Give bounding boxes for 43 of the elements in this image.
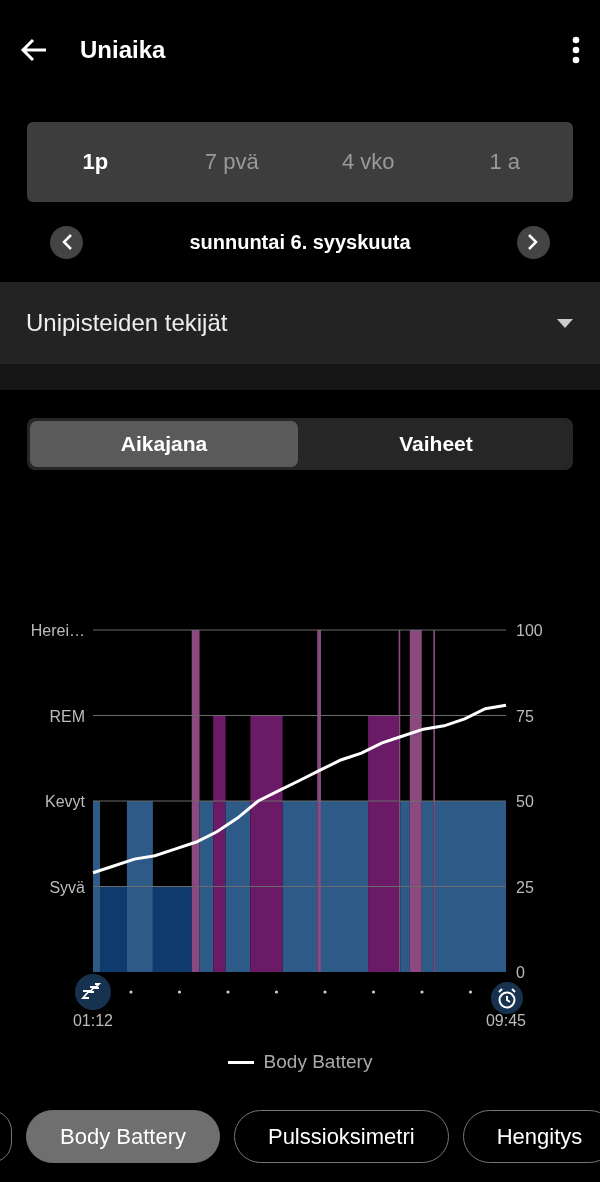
stage-label: Syvä (49, 878, 85, 896)
time-label: 09:45 (486, 1012, 526, 1029)
stage-label: REM (49, 707, 85, 725)
legend-line-icon (227, 1060, 254, 1064)
dropdown-caret-icon (556, 318, 574, 328)
page-title: Uniaika (80, 36, 167, 64)
alarm-icon (491, 982, 523, 1014)
back-button[interactable] (20, 38, 48, 62)
tick-dot (371, 990, 376, 994)
range-tab[interactable]: 4 vko (300, 122, 437, 202)
filter-chip[interactable]: Hengitys (462, 1110, 600, 1163)
sleep-icon (75, 974, 111, 1010)
stage-label: Kevyt (45, 793, 85, 810)
more-options-icon[interactable] (572, 36, 580, 64)
date-label: sunnuntai 6. syyskuuta (189, 230, 411, 254)
axis-label: 50 (516, 793, 534, 810)
axis-label: 100 (516, 622, 543, 639)
axis-label: 75 (516, 707, 534, 725)
filter-chip[interactable]: Body Battery (26, 1110, 220, 1163)
time-label: 01:12 (73, 1012, 113, 1029)
tick-dot (323, 990, 327, 994)
view-tab[interactable]: Aikajana (30, 421, 298, 467)
filter-chip[interactable]: Pulssioksimetri (233, 1110, 449, 1163)
chevron-left-icon (60, 233, 73, 251)
tick-dot (177, 990, 182, 994)
stage-label: Herei… (30, 622, 85, 639)
view-tab[interactable]: Vaiheet (302, 421, 570, 467)
range-tab[interactable]: 1p (27, 122, 164, 202)
tick-dot (468, 990, 473, 994)
section-title: Unipisteiden tekijät (26, 309, 228, 337)
previous-button[interactable] (50, 225, 83, 259)
collapsible-section[interactable]: Unipisteiden tekijät (0, 282, 600, 364)
tick-dot (420, 990, 424, 994)
tick-dot (129, 990, 133, 994)
tick-dot (226, 990, 230, 994)
legend-label: Body Battery (263, 1051, 373, 1073)
range-tab[interactable]: 1 a (436, 122, 573, 202)
chevron-right-icon (527, 233, 540, 251)
tick-dot (274, 990, 279, 994)
axis-label: 25 (516, 878, 534, 896)
next-button[interactable] (517, 225, 550, 259)
range-tab[interactable]: 7 pvä (163, 122, 300, 202)
axis-label: 0 (516, 964, 525, 981)
